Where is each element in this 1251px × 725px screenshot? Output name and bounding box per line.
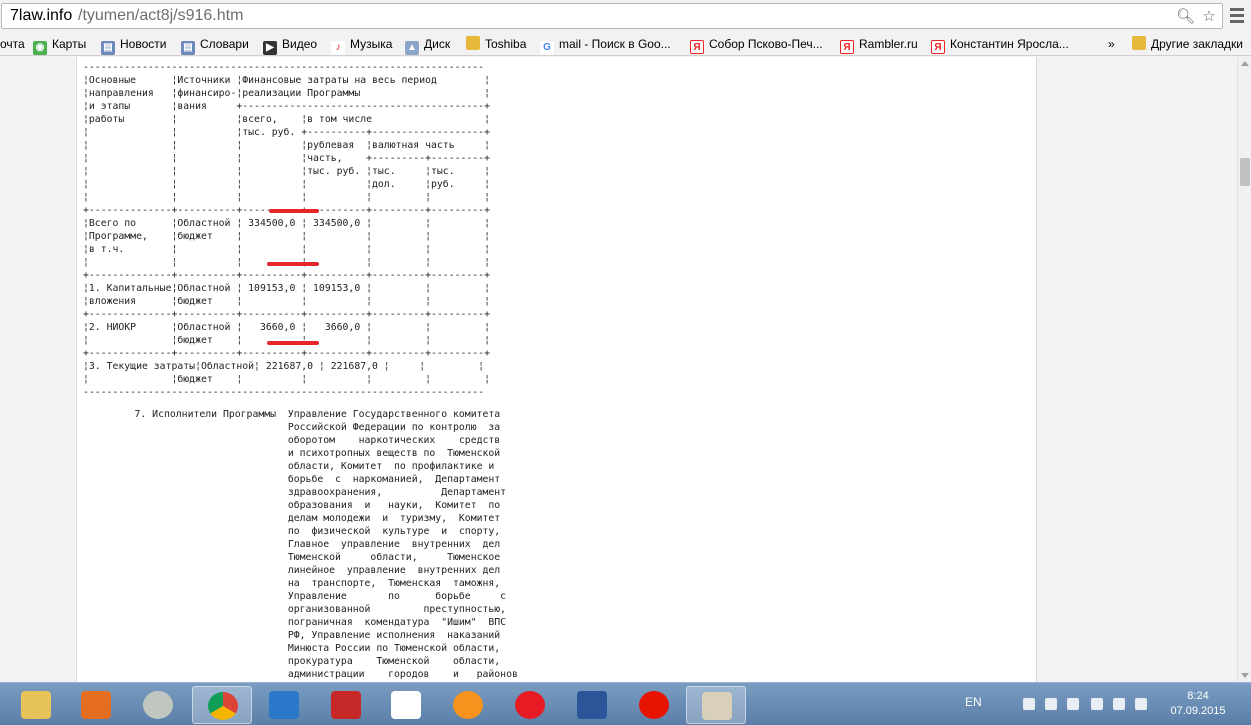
scroll-up-arrow[interactable] [1241,61,1249,66]
bookmark-label: Словари [200,37,249,51]
explorer-icon[interactable] [6,686,66,724]
chrome-icon[interactable] [192,686,252,724]
url-path: /tyumen/act8j/s916.htm [78,7,244,24]
clock-date: 07.09.2015 [1170,705,1226,717]
media-player-icon[interactable] [66,686,126,724]
music-icon: ♪ [331,41,345,55]
bookmark-news[interactable]: ▤ Новости [101,35,167,55]
language-indicator[interactable]: EN [965,695,982,709]
star-icon[interactable]: ☆ [1200,8,1218,26]
bookmark-label: очта [0,37,25,51]
address-bar-area: 7law.info /tyumen/act8j/s916.htm 🔍︎ ☆ [0,0,1251,32]
bookmark-label: Другие закладки [1151,37,1243,51]
red-underline [267,341,319,345]
bookmark-dictionaries[interactable]: ▤ Словари [181,35,249,55]
search-icon[interactable]: 🔍︎ [1176,8,1195,26]
bookmark-label: Константин Яросла... [950,37,1069,51]
system-tray: EN 8:24 07.09.2015 [955,683,1251,725]
bookmark-maps[interactable]: ◉ Карты [33,35,87,55]
power-icon[interactable] [1113,698,1125,710]
bookmark-label: Диск [424,37,451,51]
ok-icon[interactable] [438,686,498,724]
menu-icon[interactable] [1228,6,1246,26]
bookmarks-bar: очта ◉ Карты ▤ Новости ▤ Словари ▶ Видео ♪ Му… [0,32,1251,56]
financing-table: ----------------------------------------… [83,62,490,398]
kaspersky-icon[interactable] [316,686,376,724]
yandex-icon: Я [690,40,704,54]
volume-icon[interactable] [1135,698,1147,710]
page-icon: ▤ [101,41,115,55]
bookmark-label: Карты [52,37,87,51]
clock-time: 8:24 [1187,690,1209,702]
url-host: 7law.info [10,7,73,24]
app-icon[interactable] [128,686,188,724]
clock[interactable]: 8:24 07.09.2015 [1163,689,1233,719]
word-icon[interactable] [562,686,622,724]
taskbar: EN 8:24 07.09.2015 [0,682,1251,725]
bookmark-toshiba[interactable]: Toshiba [466,35,526,53]
bookmark-label: Toshiba [485,37,527,51]
yandex-icon[interactable] [376,686,436,724]
mail-icon[interactable] [254,686,314,724]
network-icon[interactable] [1067,698,1079,710]
bookmark-label: mail - Поиск в Goo... [559,37,671,51]
bookmark-mail[interactable]: очта [0,35,25,53]
yandex-icon: Я [840,40,854,54]
folder-icon [1132,36,1146,50]
maps-icon: ◉ [33,41,47,55]
bookmark-konstantin[interactable]: Я Константин Яросла... [931,35,1069,54]
yandex-icon: Я [931,40,945,54]
omnibox[interactable]: 7law.info /tyumen/act8j/s916.htm 🔍︎ ☆ [1,3,1223,29]
bookmark-other[interactable]: Другие закладки [1132,35,1243,53]
red-underline [269,209,319,213]
bookmark-label: Видео [282,37,318,51]
bookmark-google-mail[interactable]: Gmail - Поиск в Goo... [540,35,671,55]
page-viewport: ----------------------------------------… [0,57,1237,682]
red-underline [267,262,319,266]
bookmark-rambler[interactable]: Я Rambler.ru [840,35,918,54]
document-page: ----------------------------------------… [76,57,1037,682]
video-icon: ▶ [263,41,277,55]
bookmark-sobor[interactable]: Я Собор Псково-Печ... [690,35,823,54]
bookmark-label: Rambler.ru [859,37,918,51]
disk-icon: ▲ [405,41,419,55]
scroll-thumb[interactable] [1240,158,1250,186]
yandex-browser-icon[interactable] [624,686,684,724]
bookmark-disk[interactable]: ▲ Диск [405,35,451,55]
bookmarks-overflow[interactable]: » [1108,35,1115,53]
battery-icon[interactable] [1091,698,1103,710]
program-executors-text: 7. Исполнители Программы Управление Госу… [134,409,518,680]
tray-up-icon[interactable] [1023,698,1035,710]
page-icon: ▤ [181,41,195,55]
google-icon: G [540,41,554,55]
opera-icon[interactable] [500,686,560,724]
bookmark-video[interactable]: ▶ Видео [263,35,318,55]
bookmark-label: Новости [120,37,167,51]
scroll-down-arrow[interactable] [1241,673,1249,678]
bookmark-label: Собор Псково-Печ... [709,37,823,51]
folder-icon [466,36,480,50]
paint-icon[interactable] [686,686,746,724]
bookmark-label: Музыка [350,37,393,51]
vertical-scrollbar[interactable] [1237,57,1251,682]
flag-icon[interactable] [1045,698,1057,710]
bookmark-music[interactable]: ♪ Музыка [331,35,393,55]
